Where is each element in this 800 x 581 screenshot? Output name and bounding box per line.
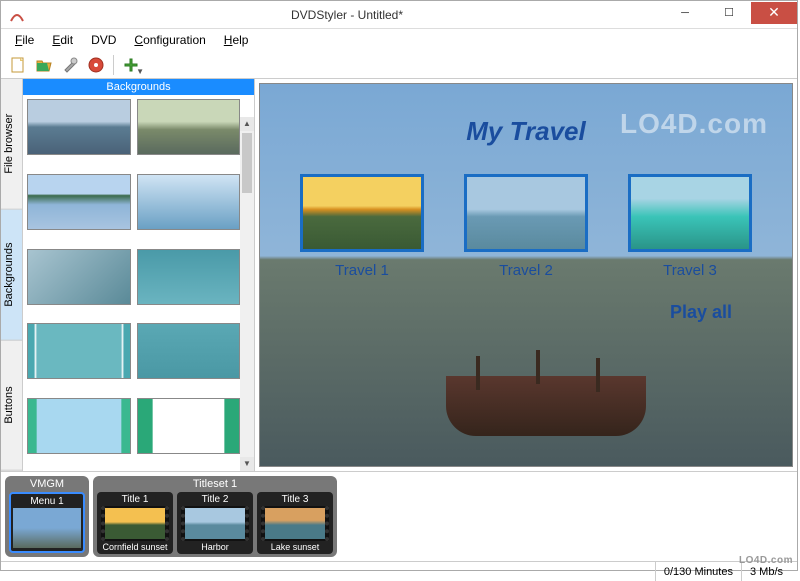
- add-button[interactable]: ▼: [120, 54, 142, 76]
- title-header: Title 1: [122, 494, 149, 505]
- background-thumb[interactable]: [137, 99, 241, 155]
- background-thumb[interactable]: [27, 99, 131, 155]
- backgrounds-grid: [23, 95, 254, 471]
- watermark-corner: LO4D.com: [739, 555, 793, 566]
- menu-item-thumb[interactable]: [628, 174, 752, 252]
- background-thumb[interactable]: [137, 323, 241, 379]
- titleset-block[interactable]: Titleset 1 Title 1Cornfield sunsetTitle …: [93, 476, 337, 557]
- status-minutes: 0/130 Minutes: [655, 562, 741, 581]
- menu-item[interactable]: Travel 2: [464, 174, 588, 279]
- toolbar-separator: [113, 55, 114, 75]
- tab-buttons[interactable]: Buttons: [1, 340, 22, 471]
- open-button[interactable]: [33, 54, 55, 76]
- title-thumb[interactable]: Title 2 Harbor: [177, 492, 253, 554]
- vmgm-block[interactable]: VMGM Menu 1: [5, 476, 89, 557]
- menu-item-thumb[interactable]: [300, 174, 424, 252]
- menu1-thumb[interactable]: Menu 1: [9, 492, 85, 553]
- title-header: Title 3: [282, 494, 309, 505]
- browser-panel: Backgrounds ▲ ▼: [23, 79, 255, 471]
- menu1-label: Menu 1: [30, 496, 63, 507]
- tab-backgrounds[interactable]: Backgrounds: [1, 210, 22, 341]
- background-thumb[interactable]: [27, 174, 131, 230]
- film-frame: [101, 506, 169, 541]
- scroll-track[interactable]: [240, 195, 254, 457]
- vmgm-header: VMGM: [9, 478, 85, 490]
- menu-item-label: Travel 1: [300, 262, 424, 279]
- menu-configuration[interactable]: Configuration: [126, 31, 213, 49]
- menu1-preview: [13, 508, 81, 548]
- background-thumb[interactable]: [137, 249, 241, 305]
- timeline: VMGM Menu 1 Titleset 1 Title 1 Cornfield …: [1, 471, 797, 561]
- title-caption: Lake sunset: [271, 542, 320, 552]
- menu-items: Travel 1 Travel 2 Travel 3: [260, 174, 792, 279]
- title-caption: Cornfield sunset: [102, 542, 167, 552]
- menu-item-thumb[interactable]: [464, 174, 588, 252]
- maximize-button[interactable]: ☐: [707, 2, 751, 24]
- app-window: DVDStyler - Untitled* ─ ☐ ✕ File Edit DV…: [0, 0, 798, 571]
- settings-button[interactable]: [59, 54, 81, 76]
- background-thumb[interactable]: [27, 398, 131, 454]
- menu-title[interactable]: My Travel: [260, 116, 792, 147]
- menu-edit[interactable]: Edit: [44, 31, 81, 49]
- film-frame: [261, 506, 329, 541]
- close-button[interactable]: ✕: [751, 2, 797, 24]
- scroll-up-icon[interactable]: ▲: [240, 117, 254, 131]
- background-thumb[interactable]: [137, 398, 241, 454]
- status-bar: 0/130 Minutes 3 Mb/s: [1, 561, 797, 581]
- menu-help[interactable]: Help: [216, 31, 257, 49]
- background-ship: [446, 376, 646, 436]
- menu-item[interactable]: Travel 1: [300, 174, 424, 279]
- toolbar: ▼: [1, 51, 797, 79]
- title-header: Title 2: [202, 494, 229, 505]
- menu-file[interactable]: File: [7, 31, 42, 49]
- titleset-header: Titleset 1: [97, 478, 333, 490]
- play-all-button[interactable]: Play all: [670, 302, 732, 323]
- window-title: DVDStyler - Untitled*: [31, 8, 663, 22]
- menu-item[interactable]: Travel 3: [628, 174, 752, 279]
- title-caption: Harbor: [201, 542, 229, 552]
- titlebar[interactable]: DVDStyler - Untitled* ─ ☐ ✕: [1, 1, 797, 29]
- background-thumb[interactable]: [27, 323, 131, 379]
- background-thumb[interactable]: [27, 249, 131, 305]
- preview-pane: LO4D.com My Travel Travel 1Travel 2Trave…: [255, 79, 797, 471]
- dvd-menu-preview[interactable]: LO4D.com My Travel Travel 1Travel 2Trave…: [259, 83, 793, 467]
- menu-dvd[interactable]: DVD: [83, 31, 124, 49]
- film-frame: [181, 506, 249, 541]
- background-thumb[interactable]: [137, 174, 241, 230]
- scrollbar[interactable]: ▲ ▼: [240, 117, 254, 471]
- menu-bar: File Edit DVD Configuration Help: [1, 29, 797, 51]
- menu-item-label: Travel 2: [464, 262, 588, 279]
- minimize-button[interactable]: ─: [663, 2, 707, 24]
- scroll-thumb[interactable]: [242, 133, 252, 193]
- tab-file-browser[interactable]: File browser: [1, 79, 22, 210]
- burn-button[interactable]: [85, 54, 107, 76]
- title-thumb[interactable]: Title 3 Lake sunset: [257, 492, 333, 554]
- app-icon: [9, 7, 25, 23]
- panel-header: Backgrounds: [23, 79, 254, 95]
- title-thumb[interactable]: Title 1 Cornfield sunset: [97, 492, 173, 554]
- scroll-down-icon[interactable]: ▼: [240, 457, 254, 471]
- menu-item-label: Travel 3: [628, 262, 752, 279]
- new-button[interactable]: [7, 54, 29, 76]
- main-area: File browser Backgrounds Buttons Backgro…: [1, 79, 797, 471]
- dropdown-arrow-icon: ▼: [136, 67, 144, 76]
- window-controls: ─ ☐ ✕: [663, 6, 797, 24]
- side-tabs: File browser Backgrounds Buttons: [1, 79, 23, 471]
